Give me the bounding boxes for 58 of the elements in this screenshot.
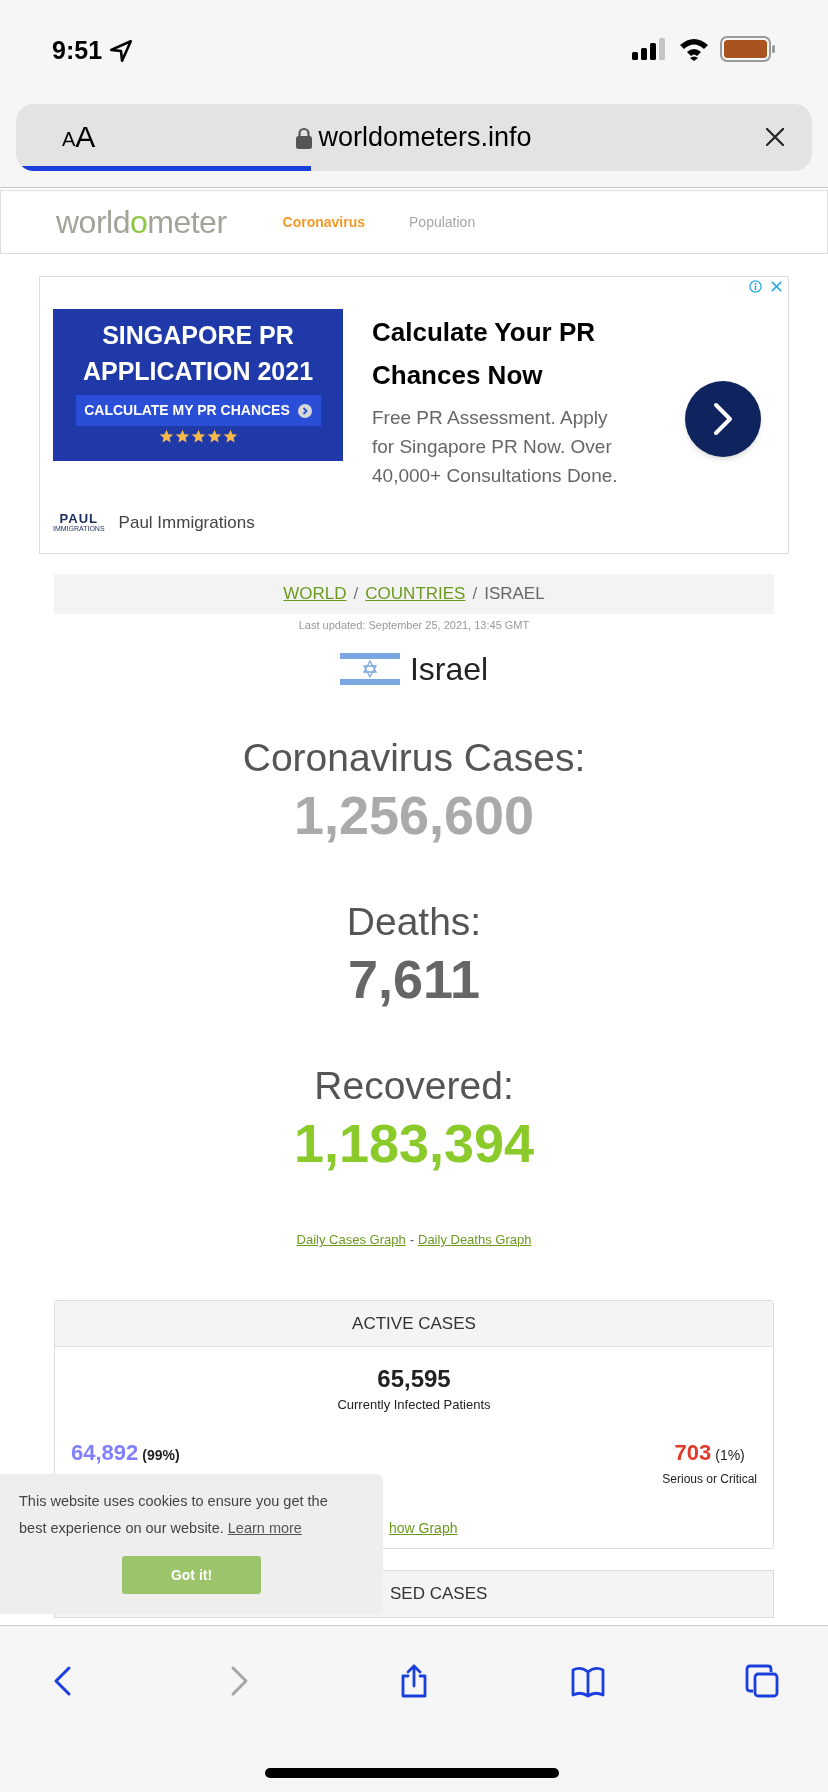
- got-it-button[interactable]: Got it!: [122, 1556, 261, 1594]
- close-icon[interactable]: [766, 128, 784, 146]
- breadcrumb-link[interactable]: COUNTRIES: [365, 581, 466, 607]
- tabs-icon[interactable]: [745, 1664, 779, 1698]
- advertiser-name: Paul Immigrations: [118, 511, 255, 534]
- learn-more-link[interactable]: Learn more: [227, 1520, 302, 1536]
- address-bar[interactable]: AA worldometers.info: [16, 104, 812, 171]
- show-graph-link[interactable]: how Graph: [389, 1520, 458, 1536]
- lock-icon: [296, 126, 313, 149]
- country-name: Israel: [409, 650, 489, 689]
- breadcrumb-current: ISRAEL: [484, 583, 545, 606]
- critical-label: Serious or Critical: [662, 1471, 757, 1488]
- info-icon[interactable]: [749, 280, 762, 293]
- ad-description: Free PR Assessment. Apply for Singapore PR Now. Over 40,000+ Consultations Done.: [372, 406, 619, 488]
- battery-icon: [720, 36, 776, 62]
- breadcrumb-link[interactable]: WORLD: [283, 581, 347, 607]
- stat-value: 1,183,394: [293, 1112, 535, 1175]
- card-header: ACTIVE CASES: [352, 1312, 476, 1335]
- arrow-circle-icon: [297, 403, 312, 418]
- banner-title: SINGAPORE PR: [102, 320, 294, 351]
- nav-link[interactable]: Coronavirus: [282, 211, 366, 233]
- text-size-button[interactable]: AA: [62, 121, 96, 153]
- stat-value: 1,256,600: [293, 784, 535, 847]
- star-icon: [206, 429, 222, 444]
- graph-link[interactable]: Daily Cases Graph: [296, 1231, 406, 1249]
- star-icon: [222, 429, 238, 444]
- stat-label: Recovered:: [314, 1063, 514, 1109]
- stat-label: Coronavirus Cases:: [242, 735, 586, 781]
- stat-value: 7,611: [347, 948, 481, 1011]
- next-button[interactable]: [685, 381, 761, 457]
- ad-headline: Calculate Your PR Chances Now: [372, 316, 596, 392]
- ad-banner[interactable]: SINGAPORE PR APPLICATION 2021 CALCULATE MY PR CHANCES: [53, 309, 343, 461]
- wifi-icon: [678, 37, 710, 61]
- card-header: SED CASES: [390, 1583, 488, 1606]
- star-icon: [174, 429, 190, 444]
- star-icon: [158, 429, 174, 444]
- last-updated-text: Last updated: September 25, 2021, 13:45 GMT: [297, 618, 531, 633]
- book-icon[interactable]: [571, 1664, 605, 1698]
- signal-icon: [632, 37, 668, 61]
- nav-link[interactable]: Population: [409, 211, 476, 233]
- mild-count: 64,892 (99%): [71, 1439, 180, 1467]
- cookie-message: This website uses cookies to ensure you get the best experience on our website. Learn more: [19, 1492, 329, 1538]
- location-arrow-icon: [108, 37, 135, 64]
- star-icon: [190, 429, 206, 444]
- total-label: Currently Infected Patients: [336, 1396, 492, 1414]
- link-separator: -: [409, 1231, 414, 1249]
- critical-count: 703 (1%): [674, 1439, 745, 1467]
- banner-cta: CALCULATE MY PR CHANCES: [75, 395, 321, 426]
- breadcrumb-separator: /: [472, 583, 478, 606]
- worldometer-logo[interactable]: worldometer: [56, 202, 227, 242]
- url-text: worldometers.info: [318, 121, 532, 155]
- graph-link[interactable]: Daily Deaths Graph: [418, 1231, 532, 1249]
- banner-title: APPLICATION 2021: [82, 356, 314, 387]
- breadcrumb-separator: /: [353, 583, 359, 606]
- active-total: 65,595: [376, 1364, 452, 1394]
- stat-label: Deaths:: [346, 899, 482, 945]
- chevron-right-icon: [712, 402, 734, 436]
- status-time: 9:51: [52, 35, 103, 66]
